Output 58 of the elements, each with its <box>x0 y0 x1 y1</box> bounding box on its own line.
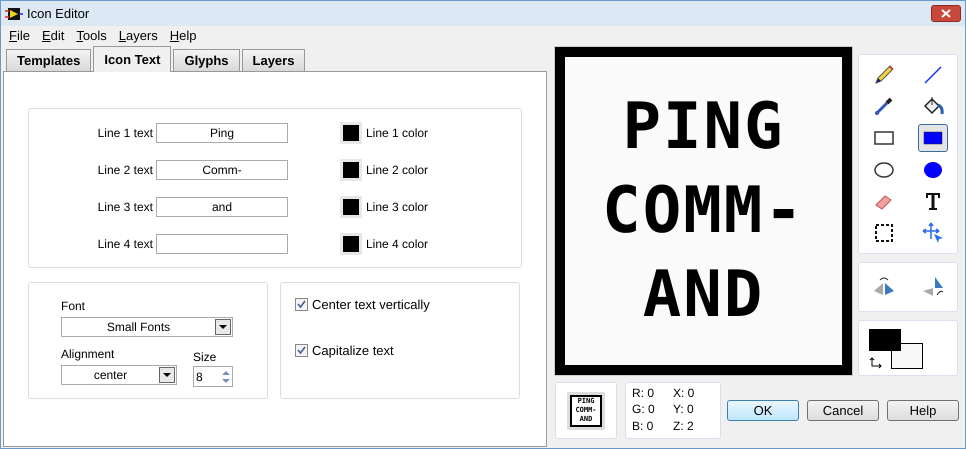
menu-item[interactable]: File <box>3 26 36 46</box>
font-dropdown[interactable]: Small Fonts <box>61 317 233 337</box>
checkbox-label: Center text vertically <box>312 296 430 314</box>
text-field[interactable] <box>156 234 288 254</box>
dialog-button[interactable]: Cancel <box>807 400 879 421</box>
field-label: Line 4 color <box>366 236 428 252</box>
coordinate-readout: B: 0 <box>632 418 654 435</box>
tab[interactable]: Glyphs <box>173 49 240 71</box>
icon-text-line: COMM- <box>602 173 805 250</box>
spinner-arrows-icon <box>220 368 232 384</box>
menu-item[interactable]: Layers <box>112 26 164 46</box>
text-field[interactable]: and <box>156 196 288 216</box>
coordinate-readout: R: 0 <box>632 386 656 402</box>
tab[interactable]: Icon Text <box>93 46 172 72</box>
coordinate-readout: Z: 2 <box>673 418 695 435</box>
background-color-swatch[interactable] <box>891 343 923 369</box>
tab[interactable]: Layers <box>242 49 306 71</box>
menu-item[interactable]: Tools <box>70 26 113 46</box>
alignment-label: Alignment <box>61 346 116 363</box>
dialog-button[interactable]: Help <box>887 400 959 421</box>
window-title: Icon Editor <box>27 4 90 23</box>
field-label: Line 3 text <box>97 198 153 216</box>
icon-canvas[interactable]: PING COMM- AND <box>555 47 852 375</box>
text-field[interactable]: Comm- <box>156 160 288 180</box>
app-icon <box>5 6 23 20</box>
coordinate-readout: Y: 0 <box>673 402 695 418</box>
tab[interactable]: Templates <box>6 49 92 71</box>
coordinate-readout: G: 0 <box>632 402 656 418</box>
text-field[interactable]: Ping <box>156 122 288 142</box>
checkbox[interactable] <box>295 298 308 312</box>
move-icon <box>920 221 944 246</box>
menu-item[interactable]: Edit <box>36 26 70 46</box>
close-button[interactable] <box>931 5 961 22</box>
dialog-button[interactable]: OK <box>727 400 799 421</box>
field-label: Line 1 text <box>97 124 153 142</box>
swap-colors-icon[interactable] <box>869 357 883 369</box>
color-swatch[interactable] <box>340 158 362 180</box>
checkbox[interactable] <box>295 344 308 357</box>
size-spinner[interactable]: 8 <box>193 366 233 387</box>
field-label: Line 2 text <box>97 162 153 178</box>
coordinate-readout: X: 0 <box>673 386 696 402</box>
color-swatch[interactable] <box>340 122 362 144</box>
color-swatch[interactable] <box>340 232 362 254</box>
icon-text-line: PING <box>622 89 785 166</box>
field-label: Line 2 color <box>366 162 428 178</box>
field-label: Line 3 color <box>366 198 428 216</box>
field-label: Line 4 text <box>97 236 153 252</box>
menu-item[interactable]: Help <box>164 26 203 46</box>
close-icon <box>941 9 951 18</box>
field-label: Line 1 color <box>366 124 428 142</box>
foreground-color-swatch[interactable] <box>869 329 901 351</box>
font-label: Font <box>61 298 86 315</box>
icon-text-line: AND <box>642 257 764 334</box>
size-label: Size <box>193 349 218 366</box>
tool-button[interactable] <box>918 124 948 152</box>
alignment-dropdown[interactable]: center <box>61 365 177 385</box>
checkbox-label: Capitalize text <box>312 342 394 360</box>
color-swatch[interactable] <box>340 196 362 218</box>
